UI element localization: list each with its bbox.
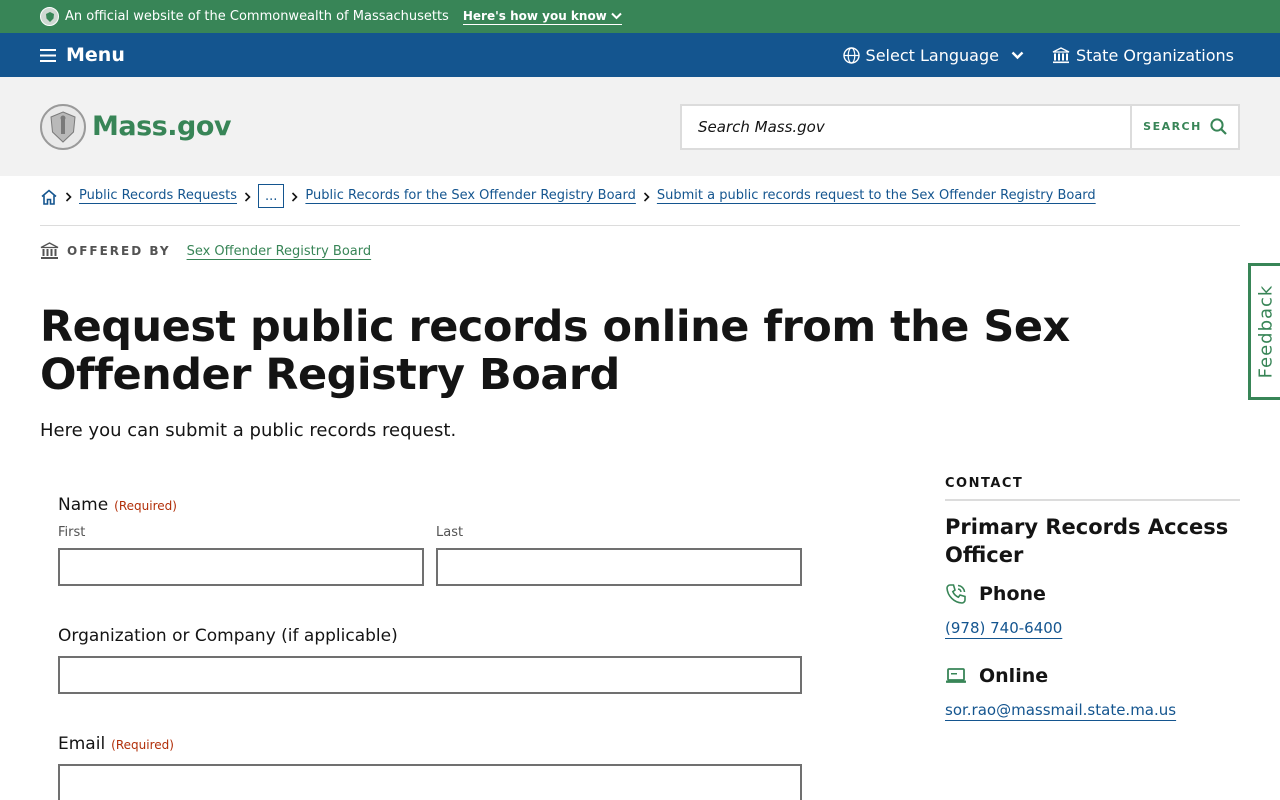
home-link[interactable] (40, 188, 58, 206)
menu-button[interactable]: Menu (40, 44, 125, 66)
last-name-input[interactable] (436, 548, 802, 586)
first-name-input[interactable] (58, 548, 424, 586)
organization-input[interactable] (58, 656, 802, 694)
building-icon (1052, 46, 1070, 63)
breadcrumb-expand-button[interactable]: ... (258, 184, 285, 208)
last-name-label: Last (436, 525, 464, 540)
contact-name: Primary Records Access Officer (945, 515, 1229, 567)
select-language-button[interactable]: Select Language (842, 45, 1024, 65)
breadcrumb-public-records-sorb[interactable]: Public Records for the Sex Offender Regi… (305, 188, 635, 203)
seal-icon (40, 7, 59, 26)
laptop-icon (946, 668, 966, 683)
feedback-label: Feedback (1255, 284, 1277, 379)
organization-field: Organization or Company (if applicable) (58, 626, 802, 694)
mass-gov-logo-link[interactable]: Mass.gov (40, 103, 231, 150)
phone-icon (946, 584, 966, 604)
chevron-right-icon (291, 188, 299, 206)
home-icon (41, 189, 57, 205)
search-button[interactable]: SEARCH (1130, 105, 1238, 148)
online-label: Online (979, 665, 1049, 687)
email-label-text: Email (58, 734, 106, 754)
offered-by-org-link[interactable]: Sex Offender Registry Board (187, 244, 372, 259)
official-banner: An official website of the Commonwealth … (0, 0, 1280, 33)
how-you-know-button[interactable]: Here's how you know (462, 8, 622, 25)
select-language-label: Select Language (865, 45, 999, 65)
breadcrumb-submit-request[interactable]: Submit a public records request to the S… (657, 188, 1096, 203)
page-lede: Here you can submit a public records req… (40, 420, 457, 441)
breadcrumb-public-records-requests[interactable]: Public Records Requests (79, 188, 237, 203)
email-field: Email (Required) (58, 734, 802, 800)
required-indicator: (Required) (114, 499, 177, 513)
online-heading: Online (945, 665, 1240, 687)
search-input[interactable] (682, 105, 1130, 148)
state-organizations-button[interactable]: State Organizations (1052, 46, 1234, 65)
email-input[interactable] (58, 764, 802, 800)
chevron-right-icon (65, 188, 72, 206)
search-icon (1210, 118, 1227, 135)
offered-by: OFFERED BY Sex Offender Registry Board (40, 242, 371, 260)
logo-text: Mass.gov (92, 111, 231, 142)
phone-label: Phone (979, 583, 1046, 605)
chevron-right-icon (643, 188, 650, 206)
public-records-form: Name (Required) First Last Organization … (58, 495, 802, 800)
phone-heading: Phone (945, 583, 1240, 605)
seal-icon (40, 103, 86, 150)
chevron-right-icon (244, 188, 251, 206)
globe-icon (842, 46, 860, 64)
page-title: Request public records online from the S… (40, 302, 1070, 400)
building-icon (40, 242, 59, 259)
required-indicator: (Required) (111, 738, 174, 752)
organization-label: Organization or Company (if applicable) (58, 626, 398, 646)
chevron-down-icon (1011, 51, 1024, 59)
name-fieldset: Name (Required) First Last (58, 495, 802, 586)
name-label-text: Name (58, 495, 109, 515)
hamburger-icon (40, 48, 56, 62)
phone-link[interactable]: (978) 740-6400 (945, 619, 1062, 637)
contact-heading: CONTACT (945, 476, 1240, 501)
feedback-button[interactable]: Feedback (1248, 263, 1280, 400)
site-header: Mass.gov SEARCH (0, 77, 1280, 176)
utility-nav: Menu Select Language State Organizations (0, 33, 1280, 77)
site-search: SEARCH (680, 103, 1240, 150)
first-name-label: First (58, 525, 86, 540)
email-link[interactable]: sor.rao@massmail.state.ma.us (945, 701, 1176, 719)
offered-by-label: OFFERED BY (67, 244, 171, 258)
state-organizations-label: State Organizations (1075, 45, 1234, 65)
how-you-know-label: Here's how you know (462, 8, 607, 23)
name-label: Name (Required) (58, 495, 802, 515)
search-button-label: SEARCH (1143, 120, 1202, 133)
breadcrumb: Public Records Requests ... Public Recor… (40, 184, 1240, 226)
official-banner-text: An official website of the Commonwealth … (65, 9, 449, 24)
contact-sidebar: CONTACT Primary Records Access Officer P… (945, 476, 1240, 719)
email-label: Email (Required) (58, 734, 802, 754)
chevron-down-icon (611, 12, 622, 19)
menu-label: Menu (66, 44, 125, 66)
